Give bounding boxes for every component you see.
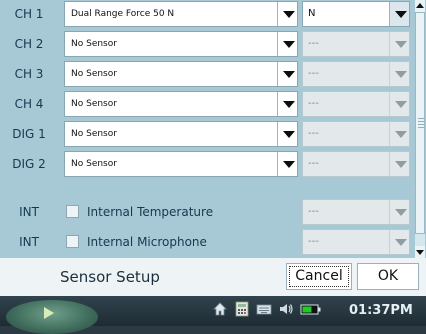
chevron-down-icon: [283, 131, 295, 138]
page-title: Sensor Setup: [60, 268, 160, 286]
chevron-down-icon: [283, 101, 295, 108]
clock: 01:37PM: [349, 303, 413, 318]
sensor-value: No Sensor: [71, 69, 117, 79]
unit-value: ---: [308, 206, 319, 217]
chevron-down-icon: [395, 41, 407, 48]
unit-value: ---: [308, 236, 319, 247]
unit-select-ch1[interactable]: N: [302, 1, 410, 27]
dropdown-button[interactable]: [389, 2, 409, 26]
channel-label: CH 2: [14, 37, 44, 51]
sensor-value: No Sensor: [71, 99, 117, 109]
dropdown-button[interactable]: [277, 32, 297, 56]
sensor-select-ch2[interactable]: No Sensor: [64, 31, 298, 57]
internal-row-temperature: INT Internal Temperature ---: [0, 198, 414, 226]
dropdown-button: [389, 230, 409, 254]
battery-icon: [300, 304, 321, 315]
channel-list-panel: CH 1 Dual Range Force 50 N N CH 2 No Sen…: [0, 0, 414, 258]
ok-button[interactable]: OK: [357, 263, 419, 290]
channel-row-ch2: CH 2 No Sensor ---: [0, 30, 414, 58]
keyboard-icon[interactable]: [256, 301, 272, 317]
unit-select-dig1: ---: [302, 121, 410, 147]
sensor-value: Dual Range Force 50 N: [71, 9, 175, 19]
chevron-down-icon: [395, 101, 407, 108]
chevron-down-icon: [395, 239, 407, 246]
calculator-icon[interactable]: [234, 301, 250, 317]
speaker-icon[interactable]: [278, 301, 294, 317]
sensor-select-dig1[interactable]: No Sensor: [64, 121, 298, 147]
grip-icon: [418, 118, 424, 130]
dropdown-button: [389, 152, 409, 176]
dropdown-button: [389, 62, 409, 86]
channel-label: DIG 1: [12, 127, 46, 141]
chevron-down-icon: [395, 209, 407, 216]
chevron-down-icon: [283, 161, 295, 168]
sensor-select-ch1[interactable]: Dual Range Force 50 N: [64, 1, 298, 27]
unit-select-dig2: ---: [302, 151, 410, 177]
arrow-down-icon: [416, 250, 424, 255]
channel-label: INT: [19, 205, 39, 219]
unit-select-ch2: ---: [302, 31, 410, 57]
unit-value: ---: [308, 38, 319, 49]
sensor-select-ch4[interactable]: No Sensor: [64, 91, 298, 117]
dropdown-button: [389, 122, 409, 146]
dropdown-button[interactable]: [277, 122, 297, 146]
taskbar: 01:37PM: [0, 296, 426, 334]
arrow-up-icon: [416, 3, 424, 8]
home-icon[interactable]: [212, 301, 228, 317]
channel-row-dig1: DIG 1 No Sensor ---: [0, 120, 414, 148]
chevron-down-icon: [395, 161, 407, 168]
chevron-down-icon: [283, 41, 295, 48]
chevron-down-icon: [395, 11, 407, 18]
channel-label: DIG 2: [12, 157, 46, 171]
channel-row-ch3: CH 3 No Sensor ---: [0, 60, 414, 88]
internal-temperature-checkbox[interactable]: [66, 205, 79, 218]
channel-label: CH 3: [14, 67, 44, 81]
channel-label: INT: [19, 235, 39, 249]
sensor-value: No Sensor: [71, 159, 117, 169]
internal-microphone-checkbox[interactable]: [66, 235, 79, 248]
chevron-down-icon: [283, 11, 295, 18]
scroll-down-button[interactable]: [415, 246, 425, 258]
sensor-value: No Sensor: [71, 39, 117, 49]
internal-row-microphone: INT Internal Microphone ---: [0, 228, 414, 256]
internal-temperature-label[interactable]: Internal Temperature: [87, 198, 213, 226]
internal-microphone-label[interactable]: Internal Microphone: [87, 228, 207, 256]
channel-label: CH 1: [14, 7, 44, 21]
dropdown-button: [389, 200, 409, 224]
dialog-footer: Sensor Setup Cancel OK: [0, 258, 426, 296]
channel-row-ch1: CH 1 Dual Range Force 50 N N: [0, 0, 414, 28]
dropdown-button[interactable]: [277, 2, 297, 26]
dropdown-button[interactable]: [277, 62, 297, 86]
scroll-thumb[interactable]: [415, 12, 425, 234]
chevron-down-icon: [283, 71, 295, 78]
start-button[interactable]: [6, 300, 98, 334]
channel-row-dig2: DIG 2 No Sensor ---: [0, 150, 414, 178]
dropdown-button[interactable]: [277, 152, 297, 176]
sensor-select-dig2[interactable]: No Sensor: [64, 151, 298, 177]
unit-select-ch3: ---: [302, 61, 410, 87]
unit-value: ---: [308, 68, 319, 79]
dropdown-button: [389, 32, 409, 56]
unit-select-internal-microphone: ---: [302, 229, 410, 255]
unit-value: ---: [308, 128, 319, 139]
play-icon: [44, 307, 54, 319]
chevron-down-icon: [395, 131, 407, 138]
scroll-up-button[interactable]: [415, 0, 425, 12]
channel-label: CH 4: [14, 97, 44, 111]
vertical-scrollbar[interactable]: [414, 0, 426, 258]
sensor-select-ch3[interactable]: No Sensor: [64, 61, 298, 87]
dropdown-button[interactable]: [277, 92, 297, 116]
unit-select-ch4: ---: [302, 91, 410, 117]
sensor-setup-screen: CH 1 Dual Range Force 50 N N CH 2 No Sen…: [0, 0, 426, 334]
unit-value: N: [308, 8, 316, 19]
unit-value: ---: [308, 98, 319, 109]
cancel-button[interactable]: Cancel: [286, 263, 352, 290]
unit-select-internal-temperature: ---: [302, 199, 410, 225]
sensor-value: No Sensor: [71, 129, 117, 139]
chevron-down-icon: [395, 71, 407, 78]
dropdown-button: [389, 92, 409, 116]
unit-value: ---: [308, 158, 319, 169]
channel-row-ch4: CH 4 No Sensor ---: [0, 90, 414, 118]
